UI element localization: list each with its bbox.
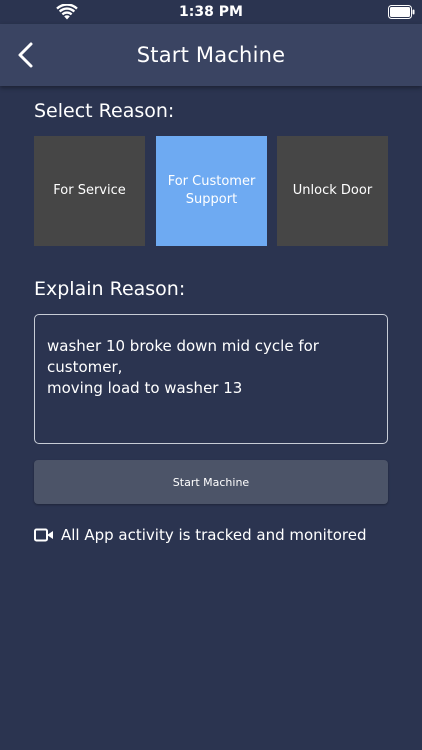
- reason-option-for-service[interactable]: For Service: [34, 136, 145, 246]
- tracking-notice: All App activity is tracked and monitore…: [34, 524, 367, 546]
- reason-option-for-customer-support[interactable]: For Customer Support: [156, 136, 267, 246]
- video-camera-icon: [34, 528, 53, 542]
- status-bar: 1:38 PM: [0, 0, 422, 24]
- battery-icon: [388, 5, 415, 19]
- explain-reason-heading: Explain Reason:: [34, 278, 186, 300]
- reason-option-unlock-door[interactable]: Unlock Door: [277, 136, 388, 246]
- status-time: 1:38 PM: [179, 4, 243, 20]
- tracking-notice-text: All App activity is tracked and monitore…: [61, 526, 367, 544]
- explain-reason-textarea[interactable]: washer 10 broke down mid cycle for custo…: [34, 314, 388, 444]
- chevron-left-icon[interactable]: [14, 41, 36, 69]
- page-title: Start Machine: [136, 43, 286, 67]
- start-machine-button[interactable]: Start Machine: [34, 460, 388, 504]
- select-reason-heading: Select Reason:: [34, 100, 175, 122]
- navigation-bar: Start Machine: [0, 24, 422, 86]
- reason-option-label: For Service: [53, 183, 126, 198]
- reason-option-label: For Customer Support: [167, 174, 256, 207]
- explain-reason-value: washer 10 broke down mid cycle for custo…: [47, 337, 319, 397]
- reason-option-label: Unlock Door: [292, 183, 373, 198]
- start-machine-button-label: Start Machine: [172, 475, 250, 489]
